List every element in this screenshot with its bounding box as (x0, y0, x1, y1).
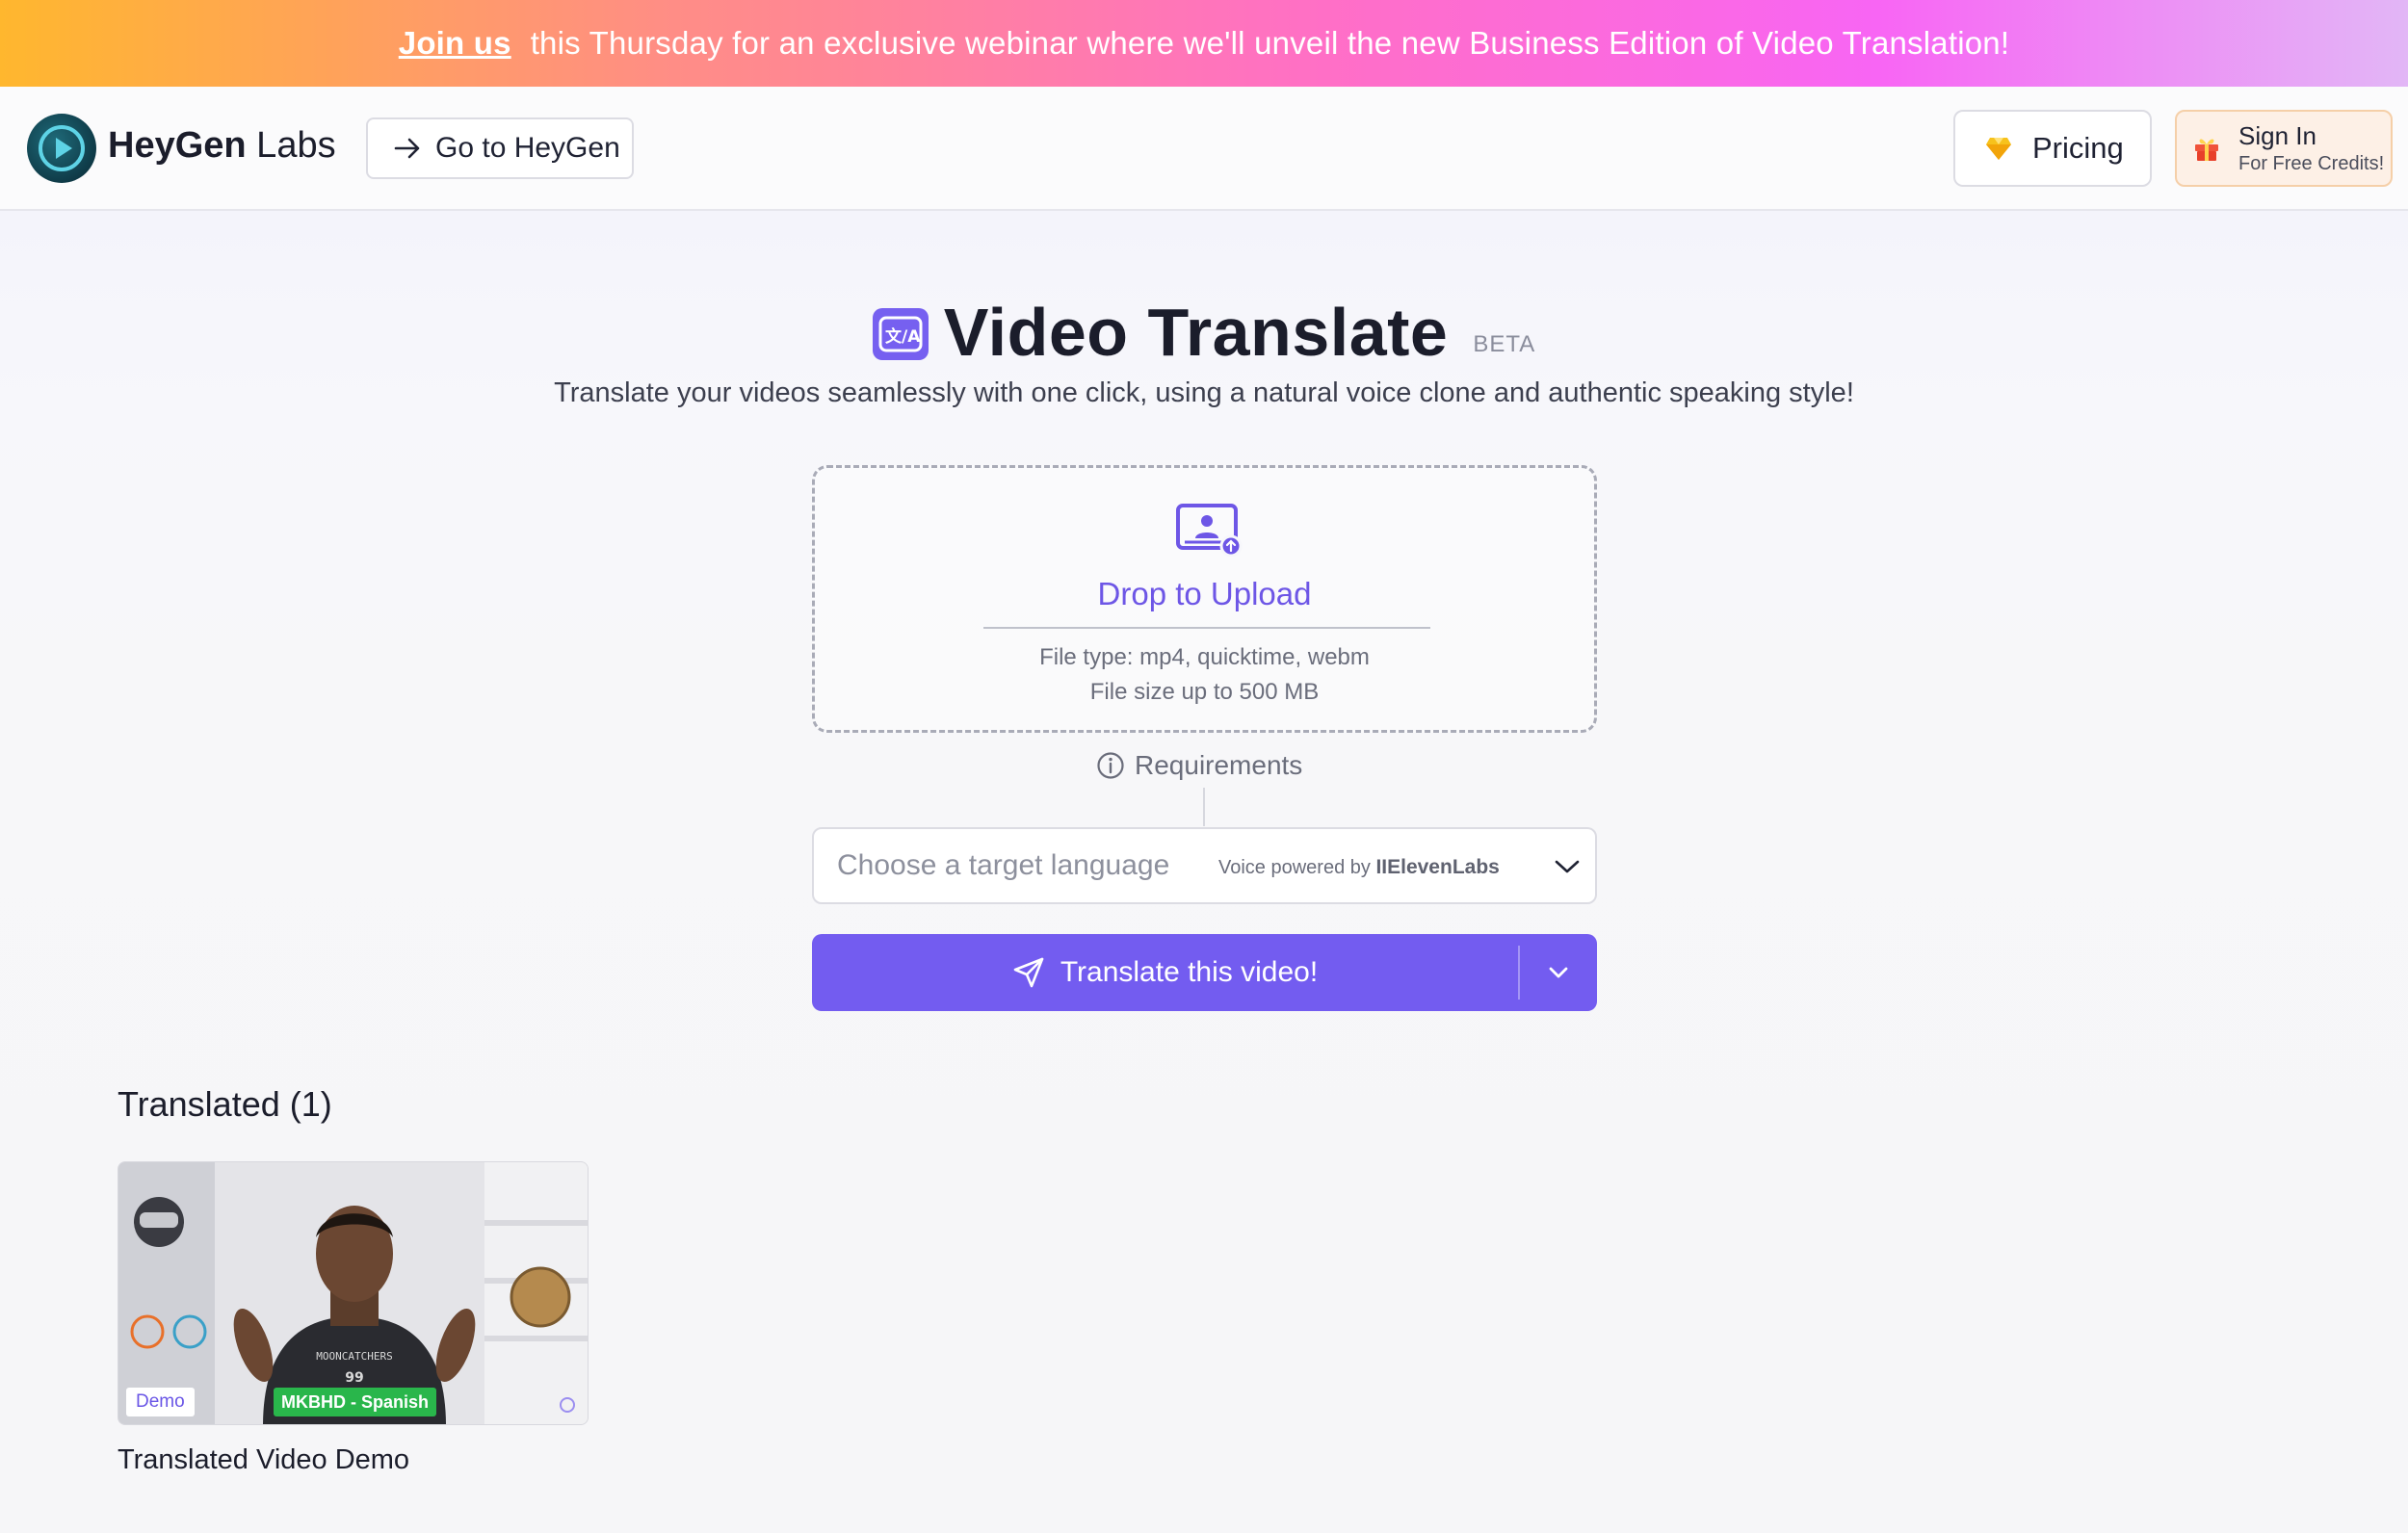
voice-powered-prefix: Voice powered by (1218, 857, 1376, 878)
go-to-heygen-label: Go to HeyGen (435, 132, 620, 164)
drop-to-upload-label[interactable]: Drop to Upload (815, 576, 1594, 612)
sign-in-title: Sign In (2238, 121, 2316, 151)
demo-badge: Demo (126, 1388, 195, 1416)
chevron-down-icon (1549, 967, 1568, 978)
brand-name-bold: HeyGen (108, 125, 247, 166)
heygen-logo-icon[interactable] (27, 114, 96, 183)
target-language-placeholder: Choose a target language (837, 849, 1170, 881)
sign-in-subtitle: For Free Credits! (2238, 152, 2385, 174)
translate-icon: 文/A (872, 308, 929, 360)
chevron-down-icon (1555, 860, 1580, 873)
upload-dropzone[interactable]: Drop to Upload File type: mp4, quicktime… (812, 465, 1597, 733)
top-navbar: HeyGen Labs Go to HeyGen Pricing Sign In… (0, 87, 2408, 211)
brand-name[interactable]: HeyGen Labs (108, 125, 336, 167)
gift-icon (2195, 139, 2218, 161)
brand-name-light: Labs (246, 125, 336, 166)
connector-line (1203, 788, 1205, 826)
sign-in-button[interactable]: Sign In For Free Credits! (2175, 110, 2393, 187)
video-thumbnail: MOONCATCHERS 99 (118, 1162, 588, 1424)
translate-button-group: Translate this video! (812, 934, 1597, 1011)
translate-video-label: Translate this video! (1060, 956, 1319, 988)
translated-section-heading: Translated (1) (118, 1084, 332, 1124)
page-title: Video Translate (943, 295, 1449, 370)
join-us-link[interactable]: Join us (399, 25, 511, 62)
paper-plane-icon (1013, 957, 1044, 988)
voice-powered-by: Voice powered by IIElevenLabs (1218, 856, 1500, 879)
video-title[interactable]: Translated Video Demo (118, 1444, 409, 1476)
language-badge: MKBHD - Spanish (274, 1388, 436, 1416)
announcement-banner: Join us this Thursday for an exclusive w… (0, 0, 2408, 87)
elevenlabs-logo: IIElevenLabs (1375, 856, 1500, 878)
file-type-info: File type: mp4, quicktime, webm (1039, 644, 1370, 670)
arrow-right-icon (394, 138, 420, 159)
requirements-label: Requirements (1135, 750, 1303, 780)
target-language-select[interactable]: Choose a target language Voice powered b… (812, 827, 1597, 904)
requirements-link[interactable]: Requirements (1096, 748, 1302, 783)
video-card[interactable]: MOONCATCHERS 99 Demo MKBHD - Spanish (118, 1161, 589, 1425)
banner-text: this Thursday for an exclusive webinar w… (530, 25, 2010, 61)
translate-options-button[interactable] (1520, 934, 1597, 1011)
info-icon (1097, 752, 1124, 779)
file-size-info: File size up to 500 MB (1089, 679, 1320, 705)
svg-text:文/A: 文/A (885, 326, 921, 347)
pricing-button[interactable]: Pricing (1953, 110, 2152, 187)
beta-badge: BETA (1473, 331, 1536, 357)
shirt-number: 99 (345, 1370, 363, 1386)
gem-icon (1986, 138, 2011, 160)
pricing-label: Pricing (2032, 131, 2124, 165)
translate-video-button[interactable]: Translate this video! (812, 934, 1518, 1011)
shirt-text: MOONCATCHERS (316, 1350, 392, 1363)
video-upload-icon (1175, 503, 1243, 561)
upload-divider (983, 627, 1430, 629)
sign-in-text: Sign In For Free Credits! (2238, 121, 2384, 174)
page-subtitle: Translate your videos seamlessly with on… (554, 377, 1854, 408)
go-to-heygen-button[interactable]: Go to HeyGen (366, 117, 634, 179)
page-title-row: 文/A Video Translate BETA (0, 289, 2408, 376)
